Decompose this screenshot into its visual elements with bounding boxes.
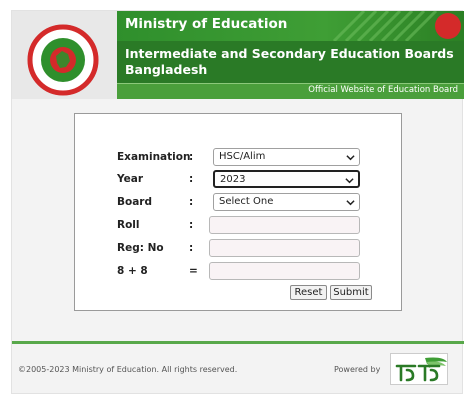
decorative-stripes-icon [324,11,464,41]
year-colon: : [189,173,194,185]
year-select[interactable]: 2023 [213,170,360,188]
captcha-row: 8 + 8 = [75,262,403,282]
reg-label: Reg: No [117,242,164,254]
reg-colon: : [189,242,194,254]
header-banner: Ministry of Education Intermediate and S… [117,11,464,99]
roll-input[interactable] [209,216,360,234]
buttons-row: Reset Submit [75,285,403,305]
examination-value: HSC/Alim [219,151,266,162]
reset-button[interactable]: Reset [290,285,327,300]
examination-row: Examination : HSC/Alim [75,148,403,168]
powered-by-text: Powered by [334,365,381,374]
official-band: Official Website of Education Board [117,83,464,99]
board-row: Board : Select One [75,193,403,213]
roll-row: Roll : [75,216,403,236]
captcha-input[interactable] [209,262,360,280]
board-select[interactable]: Select One [213,193,360,211]
teletalk-logo-icon[interactable] [390,353,448,385]
board-label: Board [117,196,152,208]
footer-divider [12,341,464,344]
examination-colon: : [189,151,194,163]
examination-label: Examination [117,151,191,163]
copyright-text: ©2005-2023 Ministry of Education. All ri… [18,365,238,374]
boards-band: Intermediate and Secondary Education Boa… [117,41,464,83]
year-row: Year : 2023 [75,170,403,190]
ministry-title: Ministry of Education [125,16,288,32]
official-website-text: Official Website of Education Board [308,85,458,95]
chevron-down-icon [346,200,355,206]
chevron-down-icon [345,178,354,184]
board-value: Select One [219,196,274,207]
chevron-down-icon [346,155,355,161]
roll-label: Roll [117,219,140,231]
reg-input[interactable] [209,239,360,257]
reg-row: Reg: No : [75,239,403,259]
examination-select[interactable]: HSC/Alim [213,148,360,166]
government-seal-icon [26,23,100,97]
year-value: 2023 [220,174,246,185]
ministry-band: Ministry of Education [117,11,464,41]
page: Ministry of Education Intermediate and S… [11,10,464,394]
captcha-equals: = [189,265,198,277]
captcha-label: 8 + 8 [117,265,148,277]
submit-button[interactable]: Submit [330,285,372,300]
header: Ministry of Education Intermediate and S… [12,11,464,99]
year-label: Year [117,173,144,185]
boards-title: Intermediate and Secondary Education Boa… [125,46,454,77]
result-form: Examination : HSC/Alim Year : 2023 Board… [74,113,402,311]
board-colon: : [189,196,194,208]
roll-colon: : [189,219,194,231]
